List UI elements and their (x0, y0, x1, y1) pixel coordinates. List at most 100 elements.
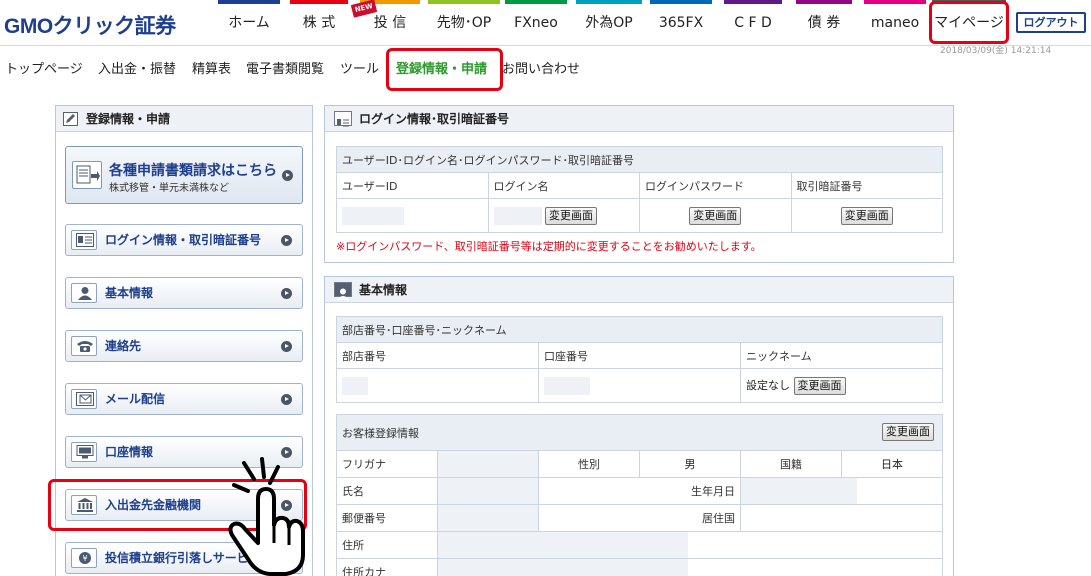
value-furigana (437, 450, 539, 478)
cell-login-name: 変更画面 (487, 198, 640, 233)
arrow-right-icon (281, 447, 292, 458)
sidebar-item-login-info[interactable]: ログイン情報・取引暗証番号 (65, 224, 303, 256)
nav-cfd[interactable]: C F D (724, 0, 782, 46)
nav-fxneo[interactable]: FXneo (505, 0, 567, 46)
panel-title: ログイン情報･取引暗証番号 (359, 112, 510, 126)
apply-subtitle: 株式移管・単元未満株など (109, 183, 229, 194)
section-title: お客様登録情報 (342, 426, 419, 440)
col-nickname: ニックネーム (740, 342, 943, 369)
panel-header: ログイン情報･取引暗証番号 (325, 106, 953, 132)
change-password-button[interactable]: 変更画面 (689, 206, 742, 225)
value-gender: 男 (639, 450, 741, 478)
subnav-contact[interactable]: お問い合わせ (502, 58, 580, 77)
nav-futures-options[interactable]: 先物･OP (428, 0, 500, 46)
sidebar-item-basic-info[interactable]: 基本情報 (65, 277, 303, 309)
nav-label: 365FX (658, 15, 704, 31)
label-furigana: フリガナ (336, 450, 438, 478)
subnav-statement[interactable]: 精算表 (192, 58, 231, 77)
apply-title: 各種申請書類請求はこちら (109, 163, 277, 179)
document-icon (72, 161, 102, 189)
svg-text:¥: ¥ (82, 554, 87, 563)
login-info-panel: ログイン情報･取引暗証番号 ユーザーID･ログイン名･ログインパスワード･取引暗… (324, 105, 954, 263)
label-nationality: 国籍 (740, 450, 842, 478)
nav-stocks[interactable]: 株 式 (290, 0, 348, 46)
nav-fx-options[interactable]: 外為OP (576, 0, 642, 46)
person-icon (71, 283, 97, 303)
nav-label: 外為OP (585, 15, 633, 31)
nav-home[interactable]: ホーム (218, 0, 280, 46)
subnav-e-documents[interactable]: 電子書類閲覧 (246, 58, 324, 77)
col-account-number: 口座番号 (538, 342, 741, 369)
highlight-mypage (929, 1, 1009, 44)
cell-login-password: 変更画面 (639, 198, 792, 233)
change-login-name-button[interactable]: 変更画面 (545, 206, 597, 225)
logout-button[interactable]: ログアウト (1016, 12, 1086, 33)
value-address-kana (437, 558, 943, 576)
sidebar-item-contact[interactable]: 連絡先 (65, 330, 303, 362)
subnav-top-page[interactable]: トップページ (5, 58, 83, 77)
pencil-icon (63, 112, 78, 126)
label-address: 住所 (336, 531, 438, 559)
masked-value (741, 478, 857, 504)
basic-info-panel: 基本情報 部店番号･口座番号･ニックネーム 部店番号 口座番号 ニックネーム 設… (324, 276, 954, 576)
label-address-kana: 住所カナ (336, 558, 438, 576)
col-trade-pin: 取引暗証番号 (790, 172, 943, 199)
cell-user-id (336, 198, 489, 233)
arrow-right-icon (281, 394, 292, 405)
nav-bonds[interactable]: 債 券 (796, 0, 852, 46)
nav-label: C F D (734, 15, 772, 31)
nav-label: 債 券 (807, 15, 841, 31)
highlight-registration (386, 48, 503, 91)
label-residence: 居住国 (538, 504, 741, 532)
global-header: GMOクリック証券 ホーム 株 式 投 信 先物･OP FXneo 外為OP 3… (0, 0, 1091, 56)
apply-documents-button[interactable]: 各種申請書類請求はこちら 株式移管・単元未満株など (65, 146, 303, 204)
sidebar-item-label: 連絡先 (105, 339, 142, 353)
change-nickname-button[interactable]: 変更画面 (793, 376, 846, 395)
mail-icon (71, 389, 97, 409)
nav-color-bar (650, 0, 712, 4)
sidebar-item-label: ログイン情報・取引暗証番号 (105, 233, 262, 247)
cell-account-number (538, 368, 741, 403)
value-postal (437, 504, 539, 532)
sidebar-item-mail[interactable]: メール配信 (65, 383, 303, 415)
sidebar-item-fund-debit[interactable]: ¥ 投信積立銀行引落しサービス (65, 542, 303, 574)
masked-value (438, 559, 688, 576)
label-postal: 郵便番号 (336, 504, 438, 532)
person-icon (334, 282, 352, 300)
value-name (437, 477, 539, 505)
highlight-bank (48, 479, 307, 531)
nav-365fx[interactable]: 365FX (650, 0, 712, 46)
nav-label: maneo (870, 15, 920, 31)
masked-value (493, 206, 542, 225)
change-pin-button[interactable]: 変更画面 (840, 206, 893, 225)
nav-label: 投 信 (373, 15, 407, 31)
masked-value (342, 376, 368, 395)
logo[interactable]: GMOクリック証券 (4, 10, 176, 40)
sidebar-header: 登録情報・申請 (56, 106, 312, 132)
arrow-right-icon (281, 235, 292, 246)
col-user-id: ユーザーID (336, 172, 489, 199)
sidebar-item-account-info[interactable]: 口座情報 (65, 436, 303, 468)
monitor-icon (71, 442, 97, 462)
security-notice: ※ログインパスワード、取引暗証番号等は定期的に変更することをお勧めいたします。 (336, 240, 762, 253)
col-login-name: ログイン名 (487, 172, 640, 199)
id-card-icon (334, 111, 352, 127)
subnav-tools[interactable]: ツール (340, 58, 379, 77)
value-nationality: 日本 (841, 450, 943, 478)
value-birthdate (740, 477, 943, 505)
arrow-right-icon (282, 170, 293, 181)
timestamp: 2018/03/09(金) 14:21:14 (940, 46, 1052, 56)
nav-maneo[interactable]: maneo (864, 0, 926, 46)
masked-value (438, 478, 538, 504)
arrow-right-icon (281, 553, 292, 564)
sidebar-item-label: 投信積立銀行引落しサービス (105, 551, 261, 565)
arrow-right-icon (281, 341, 292, 352)
col-login-password: ログインパスワード (639, 172, 792, 199)
section-header: 部店番号･口座番号･ニックネーム (336, 316, 943, 343)
change-registration-button[interactable]: 変更画面 (882, 423, 934, 441)
id-card-icon (71, 230, 97, 250)
panel-header: 基本情報 (325, 277, 953, 303)
subnav-deposit-transfer[interactable]: 入出金・振替 (98, 58, 176, 77)
masked-value (438, 451, 538, 477)
coin-icon: ¥ (71, 548, 97, 568)
